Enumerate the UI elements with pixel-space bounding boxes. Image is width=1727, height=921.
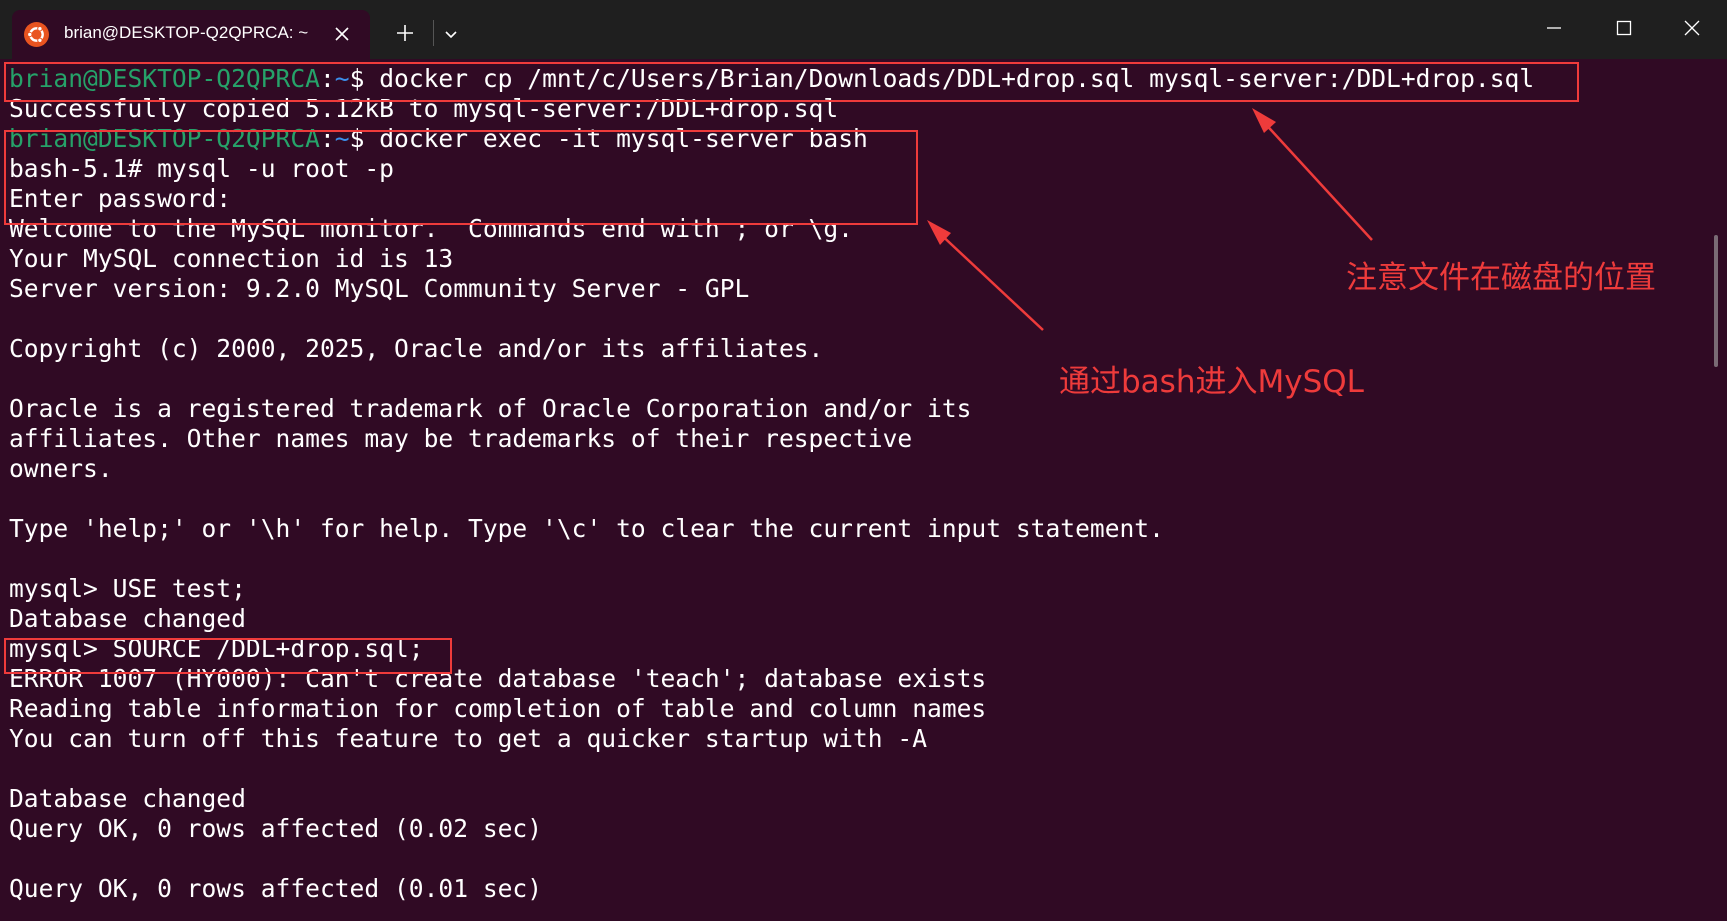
annotation-arrows [927,108,1373,331]
terminal-window: brian@DESKTOP-Q2QPRCA: ~ brian@DESKTOP-Q… [0,0,1727,921]
arrow-1 [1252,108,1373,241]
arrow-2 [927,220,1044,331]
annotation-note-file-location: 注意文件在磁盘的位置 [1346,260,1656,296]
annotation-note-enter-mysql: 通过bash进入MySQL [1059,364,1364,400]
